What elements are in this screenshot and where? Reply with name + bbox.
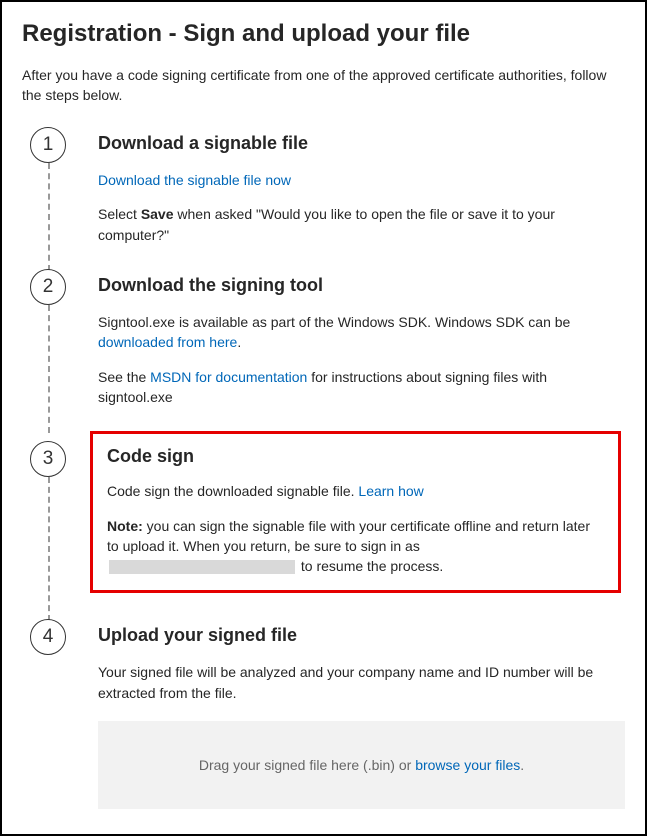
learn-how-link[interactable]: Learn how xyxy=(358,483,423,499)
file-dropzone[interactable]: Drag your signed file here (.bin) or bro… xyxy=(98,721,625,809)
msdn-documentation-link[interactable]: MSDN for documentation xyxy=(150,369,307,385)
step-1: 1 Download a signable file Download the … xyxy=(22,127,625,269)
step-3-instruction-1: Code sign the downloaded signable file. … xyxy=(107,481,604,501)
connector-3 xyxy=(48,477,50,621)
step-2-heading: Download the signing tool xyxy=(98,269,625,296)
redacted-username xyxy=(109,560,295,574)
download-signable-file-link[interactable]: Download the signable file now xyxy=(98,172,291,188)
step-3: 3 Code sign Code sign the downloaded sig… xyxy=(22,431,625,619)
step-3-note: Note: you can sign the signable file wit… xyxy=(107,516,604,577)
step-number-3: 3 xyxy=(30,441,66,477)
step-3-heading: Code sign xyxy=(107,446,604,467)
step-3-highlight: Code sign Code sign the downloaded signa… xyxy=(90,431,621,593)
step-4-instruction: Your signed file will be analyzed and yo… xyxy=(98,662,625,703)
step-4-heading: Upload your signed file xyxy=(98,619,625,646)
step-1-instruction: Select Save when asked "Would you like t… xyxy=(98,204,625,245)
intro-text: After you have a code signing certificat… xyxy=(22,66,625,105)
connector-1 xyxy=(48,163,50,271)
steps-container: 1 Download a signable file Download the … xyxy=(22,127,625,833)
step-number-1: 1 xyxy=(30,127,66,163)
step-2: 2 Download the signing tool Signtool.exe… xyxy=(22,269,625,431)
step-number-2: 2 xyxy=(30,269,66,305)
step-1-heading: Download a signable file xyxy=(98,127,625,154)
browse-files-link[interactable]: browse your files xyxy=(415,757,520,773)
step-2-instruction-2: See the MSDN for documentation for instr… xyxy=(98,367,625,408)
connector-2 xyxy=(48,305,50,433)
page-title: Registration - Sign and upload your file xyxy=(22,20,625,48)
step-4: 4 Upload your signed file Your signed fi… xyxy=(22,619,625,833)
download-sdk-link[interactable]: downloaded from here xyxy=(98,334,237,350)
step-number-4: 4 xyxy=(30,619,66,655)
step-2-instruction-1: Signtool.exe is available as part of the… xyxy=(98,312,625,353)
